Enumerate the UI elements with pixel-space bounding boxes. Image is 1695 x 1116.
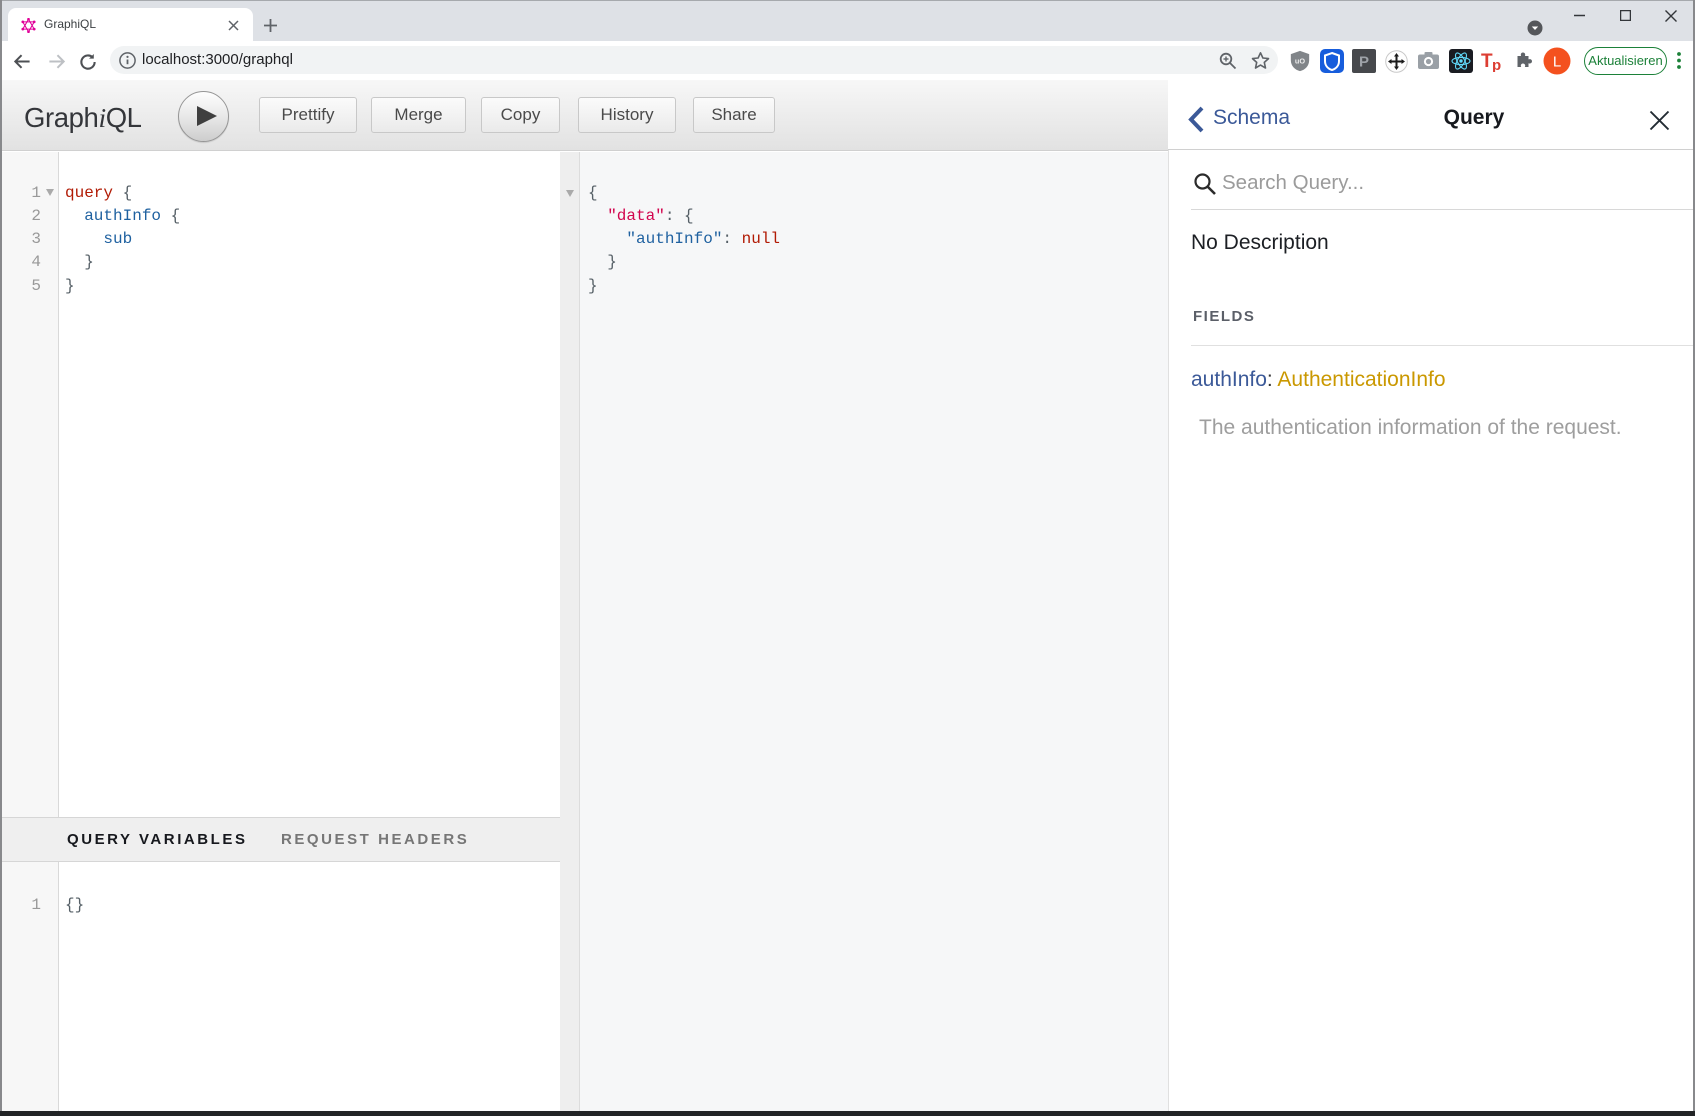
svg-text:uO: uO [1295,56,1305,65]
svg-text:P: P [1359,54,1369,71]
svg-text:L: L [1553,54,1561,71]
svg-text:p: p [1492,57,1501,72]
